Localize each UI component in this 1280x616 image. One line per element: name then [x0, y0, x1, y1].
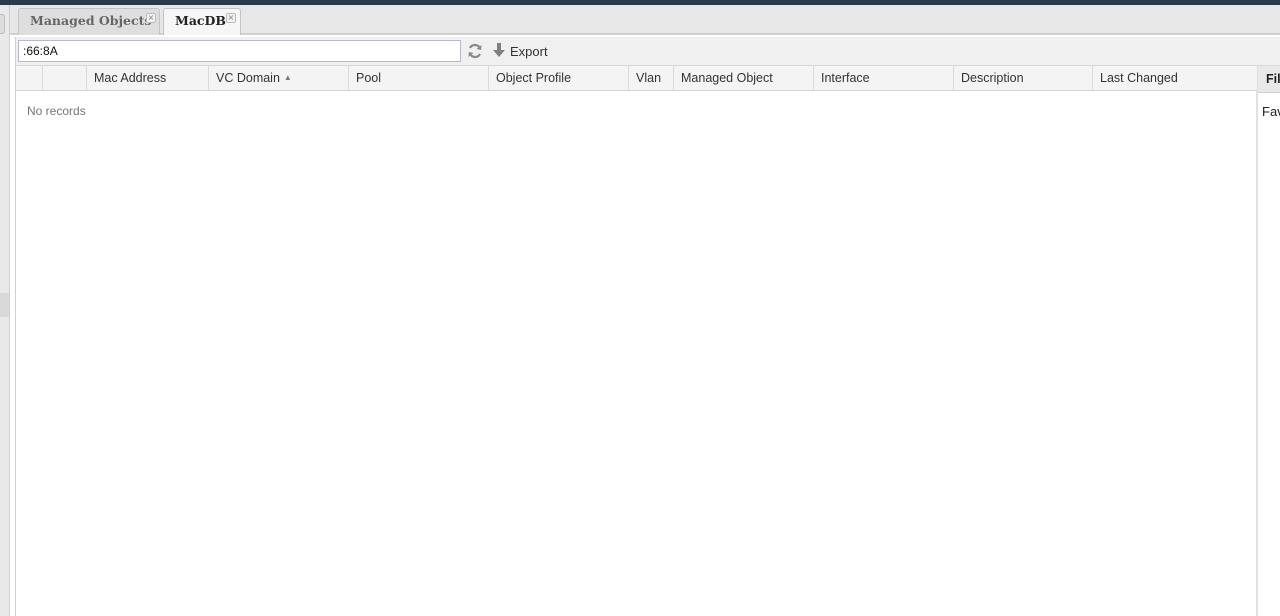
export-label: Export — [510, 44, 548, 59]
column-header-mac-address[interactable]: Mac Address — [87, 66, 209, 91]
column-header-interface[interactable]: Interface — [814, 66, 954, 91]
arrow-down-icon — [492, 42, 506, 61]
grid-header: Mac Address VC Domain ▲ Pool Object Profi… — [16, 66, 1257, 91]
column-header-pool[interactable]: Pool — [349, 66, 489, 91]
column-header-actions[interactable] — [43, 66, 87, 91]
tab-managed-objects[interactable]: Managed Objects × — [18, 8, 160, 35]
sort-asc-icon: ▲ — [283, 73, 292, 82]
column-header-vlan[interactable]: Vlan — [629, 66, 674, 91]
favorites-label[interactable]: Favorites — [1262, 104, 1280, 119]
tab-filter[interactable]: Filter — [1258, 66, 1280, 93]
collapse-handle[interactable] — [0, 14, 5, 34]
empty-grid-message: No records — [27, 104, 86, 118]
toolbar: Export — [16, 37, 1280, 66]
filter-side-panel: Filter Favorites — [1257, 66, 1280, 616]
tab-bar: Managed Objects × MacDB × — [10, 5, 1280, 35]
close-icon[interactable]: × — [226, 13, 236, 23]
search-input[interactable] — [18, 40, 461, 62]
splitter-handle[interactable] — [0, 293, 9, 317]
tab-label: Managed Objects — [30, 13, 152, 28]
column-header-description[interactable]: Description — [954, 66, 1093, 91]
macdb-grid: Mac Address VC Domain ▲ Pool Object Profi… — [16, 66, 1257, 616]
column-header-vc-domain[interactable]: VC Domain ▲ — [209, 66, 349, 91]
refresh-icon[interactable] — [466, 42, 484, 60]
column-header-object-profile[interactable]: Object Profile — [489, 66, 629, 91]
column-header-checkbox[interactable] — [16, 66, 43, 91]
macdb-panel: Export Mac Address VC Domain▲ Pool Objec… — [15, 37, 1280, 616]
tab-macdb[interactable]: MacDB × — [163, 8, 241, 35]
close-icon[interactable]: × — [146, 13, 156, 23]
tab-label: MacDB — [175, 13, 226, 28]
export-button[interactable]: Export — [492, 41, 548, 62]
left-collapsed-panel[interactable] — [0, 5, 10, 616]
column-header-managed-object[interactable]: Managed Object — [674, 66, 814, 91]
column-header-last-changed[interactable]: Last Changed — [1093, 66, 1257, 91]
